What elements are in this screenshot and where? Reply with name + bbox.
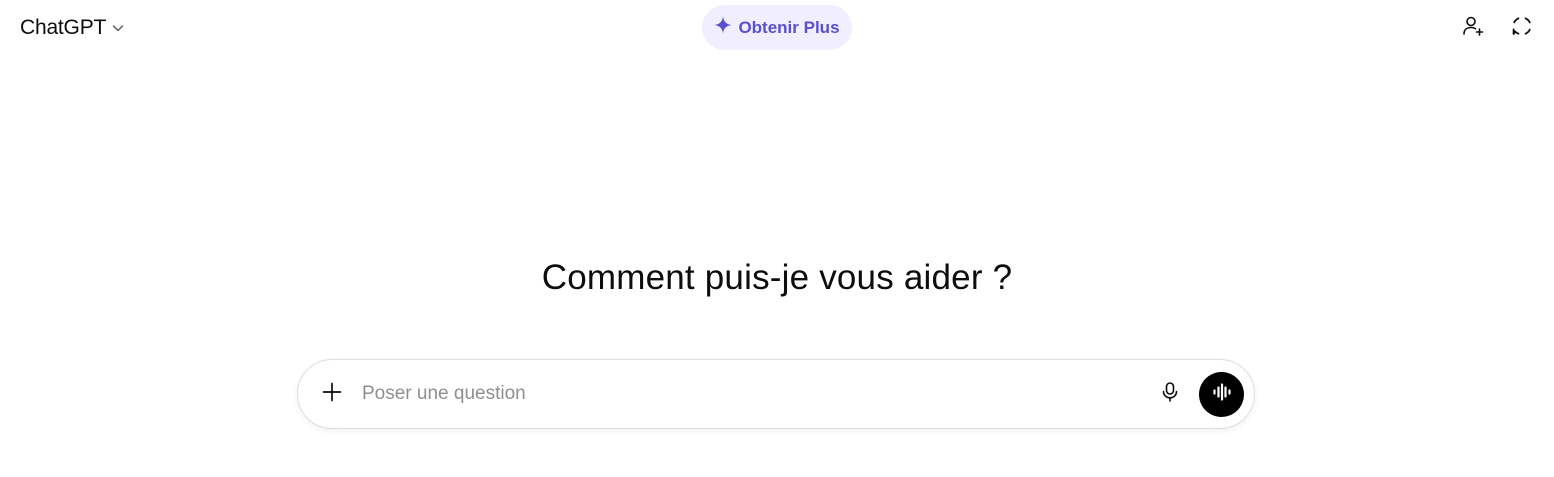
voice-mode-icon — [1211, 381, 1233, 408]
model-switcher[interactable]: ChatGPT — [14, 10, 132, 46]
voice-mode-button[interactable] — [1199, 372, 1244, 417]
dictate-button[interactable] — [1153, 377, 1187, 411]
prompt-input[interactable] — [362, 378, 1122, 410]
temporary-chat-icon — [1510, 14, 1534, 43]
plus-icon — [321, 381, 343, 408]
upgrade-plus-button[interactable]: Obtenir Plus — [702, 5, 852, 50]
temporary-chat-button[interactable] — [1504, 10, 1540, 46]
add-attachment-button[interactable] — [315, 377, 349, 411]
sparkle-icon — [714, 16, 732, 39]
upgrade-plus-label: Obtenir Plus — [738, 17, 840, 37]
message-composer — [297, 359, 1255, 429]
add-person-icon — [1461, 14, 1485, 43]
invite-button[interactable] — [1455, 10, 1491, 46]
model-name: ChatGPT — [20, 16, 107, 39]
page-headline: Comment puis-je vous aider ? — [541, 258, 1013, 297]
chevron-down-icon — [110, 20, 126, 36]
chatgpt-app: ChatGPT Obtenir Plus Comment puis-je vou… — [0, 0, 1554, 477]
microphone-icon — [1159, 381, 1181, 408]
